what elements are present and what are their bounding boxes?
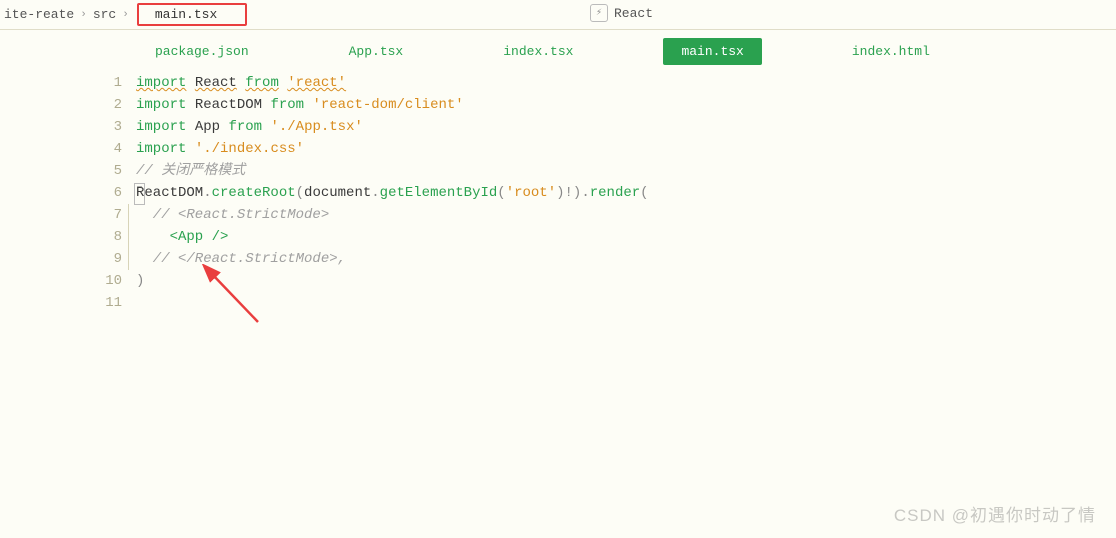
- react-helper-icon: [590, 4, 608, 22]
- chevron-right-icon: ›: [122, 9, 129, 21]
- tab-main-tsx[interactable]: main.tsx: [663, 38, 761, 65]
- breadcrumb-file[interactable]: main.tsx: [137, 3, 247, 26]
- line-number: 6: [96, 182, 122, 204]
- line-number: 5: [96, 160, 122, 182]
- watermark: CSDN @初遇你时动了情: [894, 501, 1096, 526]
- react-helper[interactable]: React: [590, 4, 653, 22]
- tab-index-tsx[interactable]: index.tsx: [493, 38, 583, 65]
- line-number: 4: [96, 138, 122, 160]
- fold-icon[interactable]: −: [134, 183, 145, 205]
- line-number: 3: [96, 116, 122, 138]
- line-number: 10: [96, 270, 122, 292]
- breadcrumb-folder[interactable]: src: [93, 7, 116, 22]
- code-editor[interactable]: 1 2 3 4 5 6 7 8 9 10 11 − import React f…: [0, 72, 1116, 314]
- tab-app-tsx[interactable]: App.tsx: [339, 38, 414, 65]
- breadcrumb-bar: ite-reate › src › main.tsx React: [0, 0, 1116, 30]
- line-gutter: 1 2 3 4 5 6 7 8 9 10 11 −: [96, 72, 136, 314]
- tab-package-json[interactable]: package.json: [145, 38, 259, 65]
- line-number: 1: [96, 72, 122, 94]
- file-tabs: package.json App.tsx index.tsx main.tsx …: [0, 30, 1116, 72]
- line-number: 11: [96, 292, 122, 314]
- line-number: 9: [96, 248, 122, 270]
- line-number: 2: [96, 94, 122, 116]
- code-area[interactable]: import React from 'react' import ReactDO…: [136, 72, 1116, 314]
- line-number: 8: [96, 226, 122, 248]
- breadcrumb: ite-reate › src › main.tsx: [0, 3, 247, 26]
- react-helper-label: React: [614, 6, 653, 21]
- chevron-right-icon: ›: [80, 9, 87, 21]
- tab-index-html[interactable]: index.html: [842, 38, 940, 65]
- breadcrumb-root[interactable]: ite-reate: [4, 7, 74, 22]
- line-number: 7: [96, 204, 122, 226]
